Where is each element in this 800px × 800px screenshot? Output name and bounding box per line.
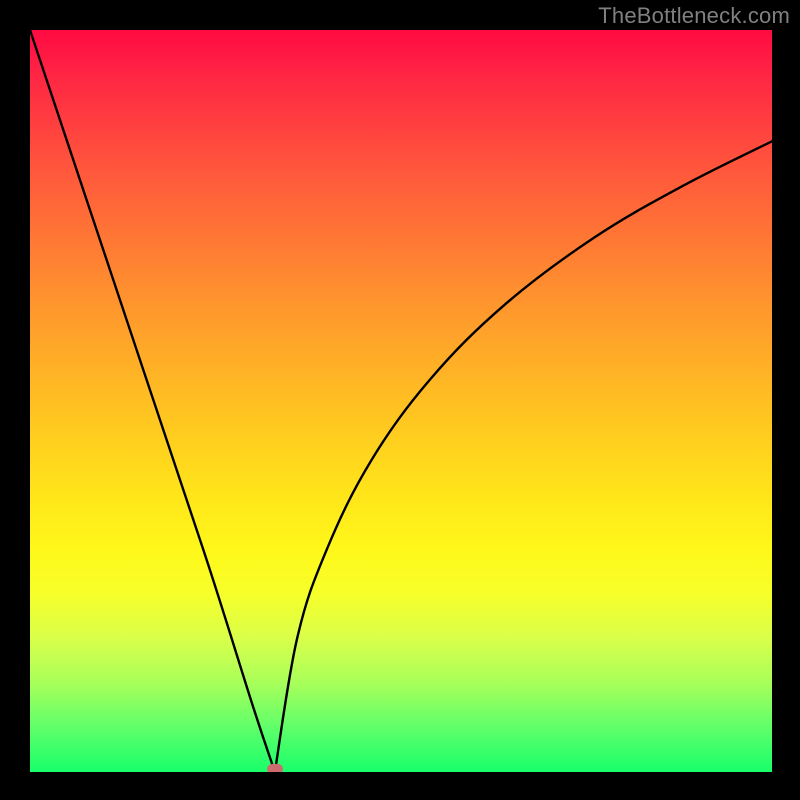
chart-frame: TheBottleneck.com (0, 0, 800, 800)
plot-area (30, 30, 772, 772)
bottleneck-curve (30, 30, 772, 772)
attribution-text: TheBottleneck.com (598, 3, 790, 29)
curve-path (30, 30, 772, 772)
optimal-point-marker (267, 764, 283, 772)
